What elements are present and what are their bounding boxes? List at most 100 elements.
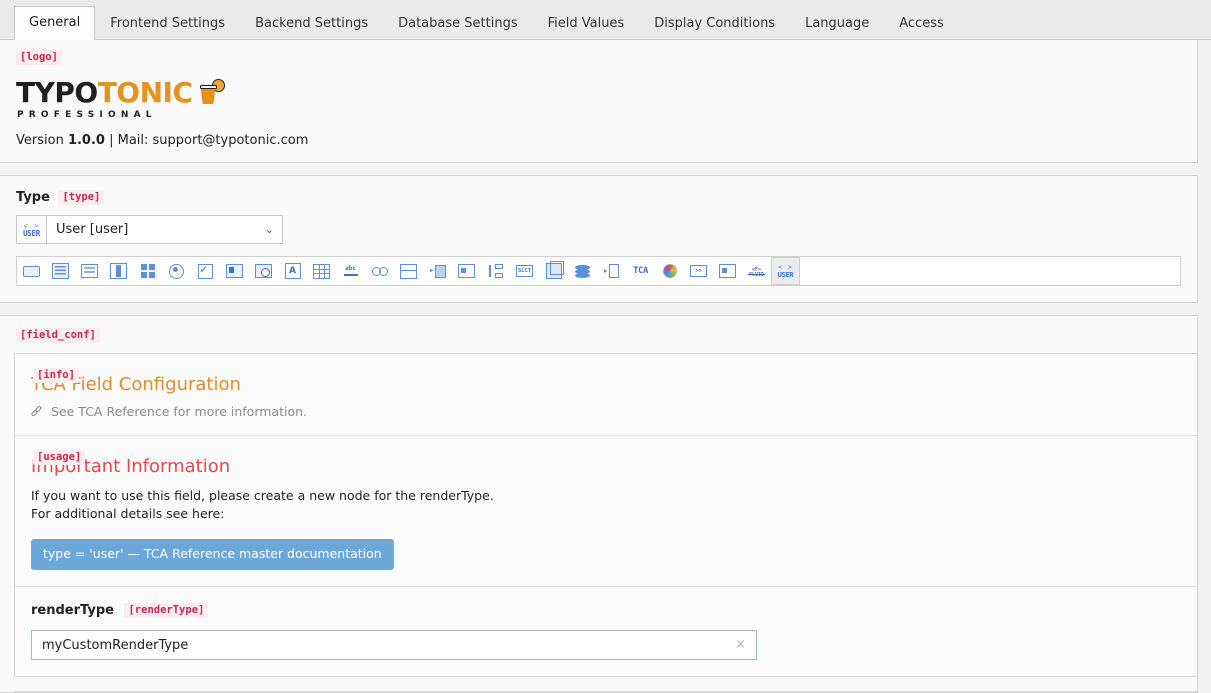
render-type-label-text: renderType — [31, 603, 114, 618]
tab-bar: General Frontend Settings Backend Settings… — [0, 0, 1211, 40]
usage-line-1: If you want to use this field, please cr… — [31, 488, 494, 503]
type-field-label: Type [type] — [16, 190, 1181, 205]
toolbar-card-icon[interactable] — [452, 257, 481, 285]
type-label-text: Type — [16, 190, 50, 205]
toolbar-tree-icon[interactable] — [481, 257, 510, 285]
type-badge: [type] — [58, 190, 105, 205]
logo-text-tonic: TONIC — [97, 76, 193, 109]
tab-backend-settings[interactable]: Backend Settings — [240, 7, 383, 40]
toolbar-text-icon[interactable] — [46, 257, 75, 285]
tab-database-settings[interactable]: Database Settings — [383, 7, 532, 40]
toolbar-image-text-icon[interactable] — [220, 257, 249, 285]
link-icon — [371, 266, 388, 276]
tca-reference-link[interactable]: See TCA Reference for more information. — [31, 404, 1181, 419]
toolbar-cube-icon[interactable] — [539, 257, 568, 285]
usage-badge: [usage] — [33, 450, 86, 465]
slug-icon — [343, 265, 359, 278]
toolbar-code-icon[interactable]: >> — [684, 257, 713, 285]
toolbar-checkbox-icon[interactable] — [191, 257, 220, 285]
usage-text: If you want to use this field, please cr… — [31, 487, 1181, 523]
version-suffix: | Mail: support@typotonic.com — [104, 133, 309, 148]
toolbar-radio-icon[interactable] — [162, 257, 191, 285]
tab-field-values[interactable]: Field Values — [533, 7, 640, 40]
tab-display-conditions[interactable]: Display Conditions — [639, 7, 790, 40]
render-type-input[interactable] — [32, 637, 726, 653]
type-icon-toolbar: A SLCT TCA >> <F>FLUID < >USER — [16, 256, 1181, 286]
field-conf-panel: [field_conf] [info] TCA Field Configurat… — [0, 315, 1198, 693]
page-content: [logo] TYPO TONIC PROFESSIONAL Version 1… — [0, 40, 1211, 693]
tca-reference-text: See TCA Reference for more information. — [51, 404, 307, 419]
info-badge: [info] — [33, 368, 79, 383]
cocktail-glass-icon — [199, 79, 225, 107]
toolbar-input-icon[interactable] — [17, 257, 46, 285]
toolbar-grid-icon[interactable] — [133, 257, 162, 285]
toolbar-user-icon[interactable]: < > USER — [771, 257, 800, 285]
tab-access[interactable]: Access — [884, 7, 959, 40]
toolbar-select-icon[interactable]: SLCT — [510, 257, 539, 285]
database-icon — [575, 264, 590, 278]
field-conf-badge-row: [field_conf] — [0, 328, 1197, 353]
tab-frontend-settings[interactable]: Frontend Settings — [95, 7, 240, 40]
type-select[interactable]: User [user] ⌄ — [46, 215, 283, 244]
stack-icon — [400, 263, 417, 279]
toolbar-datetime-icon[interactable] — [249, 257, 278, 285]
radio-icon — [169, 263, 184, 279]
tree-icon — [488, 264, 503, 278]
toolbar-file-arrow-icon[interactable] — [597, 257, 626, 285]
toolbar-inline-icon[interactable] — [423, 257, 452, 285]
toolbar-database-icon[interactable] — [568, 257, 597, 285]
tab-language[interactable]: Language — [790, 7, 884, 40]
render-type-badge: [renderType] — [124, 603, 209, 618]
logo-panel: [logo] TYPO TONIC PROFESSIONAL Version 1… — [0, 40, 1198, 163]
datetime-icon — [255, 264, 272, 278]
user-icon-label: USER — [23, 228, 40, 238]
letter-a-icon: A — [284, 263, 301, 279]
toolbar-panel-icon[interactable] — [713, 257, 742, 285]
version-prefix: Version — [16, 133, 68, 148]
file-arrow-icon — [604, 264, 620, 278]
chevron-down-icon: ⌄ — [264, 223, 274, 236]
cube-icon — [545, 261, 564, 279]
info-section: [info] TCA Field Configuration See TCA R… — [15, 354, 1197, 436]
toolbar-color-wheel-icon[interactable] — [655, 257, 684, 285]
toolbar-table-icon[interactable] — [307, 257, 336, 285]
render-type-section: renderType [renderType] × — [15, 587, 1197, 676]
usage-section: [usage] Important Information If you wan… — [15, 436, 1197, 587]
card-icon — [458, 264, 475, 278]
toolbar-tca-icon[interactable]: TCA — [626, 257, 655, 285]
logo-wordmark: TYPO TONIC — [16, 77, 1181, 107]
usage-line-2: For additional details see here: — [31, 506, 225, 521]
brand-logo: TYPO TONIC PROFESSIONAL — [16, 77, 1181, 120]
fluid-icon: <F> FLUID — [748, 264, 765, 278]
color-wheel-icon — [662, 264, 677, 278]
select-icon: SLCT — [516, 265, 533, 277]
render-type-label: renderType [renderType] — [31, 603, 1181, 618]
panel-icon — [719, 264, 736, 278]
logo-badge: [logo] — [16, 50, 62, 65]
toolbar-letter-a-icon[interactable]: A — [278, 257, 307, 285]
tca-documentation-button[interactable]: type = 'user' — TCA Reference master doc… — [31, 539, 394, 570]
toolbar-textarea-icon[interactable] — [75, 257, 104, 285]
toolbar-slug-icon[interactable] — [336, 257, 365, 285]
toolbar-link-icon[interactable] — [365, 257, 394, 285]
table-icon — [313, 263, 330, 279]
version-number: 1.0.0 — [67, 133, 105, 148]
clear-input-icon[interactable]: × — [725, 638, 756, 652]
user-type-icon: < > USER — [22, 220, 42, 240]
usage-section-head: [usage] Important Information — [31, 450, 1181, 478]
section-divider — [14, 691, 1197, 692]
field-conf-badge: [field_conf] — [16, 328, 100, 343]
grid-icon — [140, 264, 155, 278]
textarea-icon — [81, 264, 98, 278]
field-conf-inner-box: [info] TCA Field Configuration See TCA R… — [14, 353, 1197, 677]
toolbar-split-view-icon[interactable] — [104, 257, 133, 285]
text-icon — [52, 263, 69, 279]
logo-subtitle: PROFESSIONAL — [17, 110, 157, 120]
toolbar-fluid-icon[interactable]: <F> FLUID — [742, 257, 771, 285]
type-select-value: User [user] — [56, 222, 129, 237]
image-text-icon — [226, 264, 243, 278]
version-line: Version 1.0.0 | Mail: support@typotonic.… — [16, 133, 1181, 148]
code-icon: >> — [690, 265, 707, 277]
tab-general[interactable]: General — [14, 6, 96, 40]
toolbar-stack-icon[interactable] — [394, 257, 423, 285]
